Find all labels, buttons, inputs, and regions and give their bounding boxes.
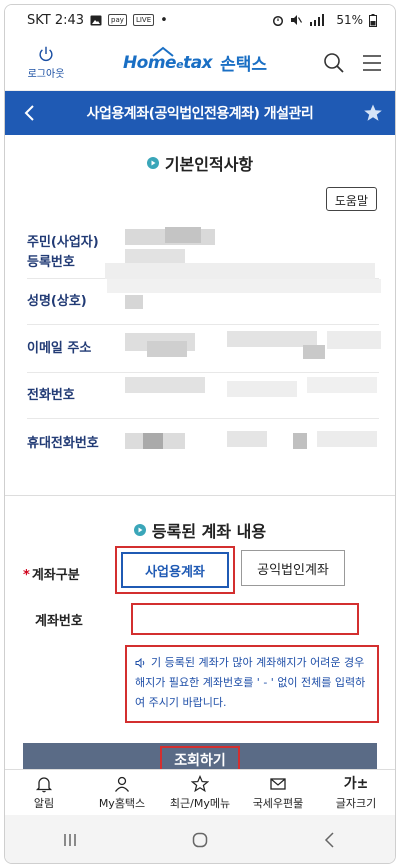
nav-recent-menu[interactable]: 최근/My메뉴 — [165, 774, 235, 811]
registered-heading: 등록된 계좌 내용 — [5, 509, 395, 547]
basic-info-title: 기본인적사항 — [164, 155, 254, 174]
image-icon — [90, 15, 102, 25]
play-bullet-icon — [146, 157, 159, 169]
account-type-row: * 계좌구분 사업용계좌 공익법인계좌 — [5, 546, 395, 599]
reg-number-value-masked — [105, 227, 379, 279]
reg-number-label: 주민(사업자) 등록번호 — [27, 234, 99, 270]
logout-button[interactable]: 로그아웃 — [25, 45, 67, 80]
home-icon[interactable] — [190, 830, 210, 850]
mobile-label: 휴대전화번호 — [27, 436, 99, 451]
nav-alerts-label: 알림 — [33, 796, 55, 810]
account-type-text: 계좌구분 — [31, 567, 80, 583]
status-right: 51% — [272, 13, 377, 27]
mail-icon — [270, 777, 286, 790]
nav-recent-menu-label: 최근/My메뉴 — [169, 796, 231, 810]
nav-tax-mail[interactable]: 국세우편물 — [243, 775, 313, 811]
status-bar: SKT 2:43 pay LIVE • 51% — [5, 5, 395, 35]
app-header: 로그아웃 Homeetax 손택스 — [5, 35, 395, 91]
registered-title: 등록된 계좌 내용 — [151, 522, 267, 541]
required-mark: * — [23, 567, 30, 583]
help-button[interactable]: 도움말 — [325, 187, 377, 211]
info-row-reg-number: 주민(사업자) 등록번호 — [27, 227, 379, 279]
section-divider — [5, 495, 395, 509]
person-icon — [114, 776, 130, 792]
selected-highlight-box: 사업용계좌 — [115, 546, 235, 594]
battery-icon — [369, 13, 377, 27]
info-row-email: 이메일 주소 — [27, 325, 381, 373]
account-type-toggle: 사업용계좌 공익법인계좌 — [115, 546, 345, 594]
bottom-nav: 알림 My홈택스 최근/My메뉴 국세우편물 가± 글자크기 — [5, 769, 395, 815]
phone-screen: SKT 2:43 pay LIVE • 51% 로그아웃 Homeetax 손택… — [4, 4, 396, 864]
recent-apps-icon[interactable] — [60, 830, 80, 850]
nav-tax-mail-label: 국세우편물 — [252, 796, 304, 810]
notice-text: 기 등록된 계좌가 많아 계좌해지가 어려운 경우 해지가 필요한 계좌번호를 … — [135, 656, 366, 709]
hometax-logo[interactable]: Homeetax 손택스 — [123, 46, 268, 75]
live-badge: LIVE — [132, 14, 155, 26]
account-type-label: * 계좌구분 — [23, 564, 119, 583]
play-bullet-icon — [133, 524, 146, 536]
star-outline-icon — [191, 774, 209, 792]
power-icon — [39, 46, 53, 62]
menu-icon[interactable] — [361, 52, 383, 74]
status-dot: • — [160, 12, 168, 28]
logo-house-icon — [152, 46, 174, 57]
text-size-icon: 가± — [343, 775, 369, 792]
bell-icon — [35, 776, 53, 792]
search-icon[interactable] — [323, 52, 345, 74]
account-number-row: 계좌번호 — [5, 601, 395, 637]
info-row-name: 성명(상호) — [27, 279, 381, 325]
name-label: 성명(상호) — [27, 293, 87, 309]
mobile-value-masked — [107, 419, 379, 469]
mute-icon — [291, 15, 303, 25]
logo-tax: tax — [183, 52, 213, 73]
logout-label: 로그아웃 — [27, 69, 65, 80]
email-value-masked — [107, 325, 381, 372]
nav-text-size-label: 글자크기 — [335, 796, 377, 810]
basic-info-table: 주민(사업자) 등록번호 성명(상호) 이메일 주소 전화번호 휴대전화번호 — [27, 227, 381, 469]
speaker-icon — [135, 658, 145, 668]
phone-label: 전화번호 — [27, 387, 75, 403]
info-row-phone: 전화번호 — [27, 373, 379, 419]
public-interest-account-option[interactable]: 공익법인계좌 — [241, 550, 345, 586]
header-actions — [323, 52, 383, 74]
nav-my-hometax[interactable]: My홈택스 — [87, 775, 157, 811]
account-number-label: 계좌번호 — [35, 613, 83, 629]
basic-info-heading: 기본인적사항 — [5, 135, 395, 183]
info-row-mobile: 휴대전화번호 — [27, 419, 379, 469]
favorite-star-icon[interactable] — [363, 103, 383, 123]
page-title-bar: 사업용계좌(공익법인전용계좌) 개설관리 — [5, 91, 395, 135]
battery-percent: 51% — [336, 13, 363, 27]
pay-badge: pay — [108, 14, 127, 26]
back-arrow-icon[interactable] — [23, 104, 37, 122]
carrier-time: SKT 2:43 — [27, 12, 85, 28]
logo-kr: 손택스 — [220, 55, 268, 75]
account-notice: 기 등록된 계좌가 많아 계좌해지가 어려운 경우 해지가 필요한 계좌번호를 … — [125, 645, 379, 723]
help-row: 도움말 — [5, 183, 395, 219]
name-value-masked — [107, 279, 381, 324]
system-nav-bar — [5, 815, 395, 863]
main-content: 기본인적사항 도움말 주민(사업자) 등록번호 성명(상호) 이메일 주소 전화… — [5, 135, 395, 777]
alarm-icon — [273, 15, 284, 26]
page-title: 사업용계좌(공익법인전용계좌) 개설관리 — [86, 106, 314, 122]
phone-value-masked — [107, 373, 379, 418]
status-left: SKT 2:43 pay LIVE • — [27, 13, 168, 28]
business-account-option[interactable]: 사업용계좌 — [121, 552, 229, 588]
nav-my-hometax-label: My홈택스 — [98, 796, 146, 810]
email-label: 이메일 주소 — [27, 340, 92, 356]
account-number-input[interactable] — [131, 603, 359, 635]
signal-icon — [310, 14, 325, 26]
nav-text-size[interactable]: 가± 글자크기 — [321, 775, 391, 811]
nav-alerts[interactable]: 알림 — [9, 775, 79, 811]
system-back-icon[interactable] — [320, 830, 340, 850]
